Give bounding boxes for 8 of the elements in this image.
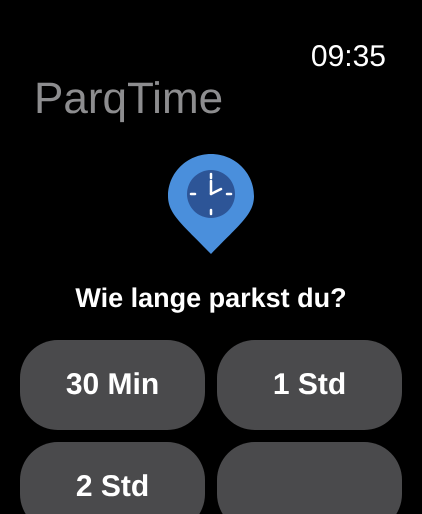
duration-button[interactable]: 30 Min [20, 340, 205, 430]
duration-button[interactable] [217, 442, 402, 514]
duration-button[interactable]: 1 Std [217, 340, 402, 430]
duration-button[interactable]: 2 Std [20, 442, 205, 514]
clock-time: 09:35 [310, 40, 386, 74]
clock-pin-icon [168, 154, 254, 254]
question-text: Wie lange parkst du? [74, 282, 348, 314]
app-title: ParqTime [33, 74, 224, 124]
